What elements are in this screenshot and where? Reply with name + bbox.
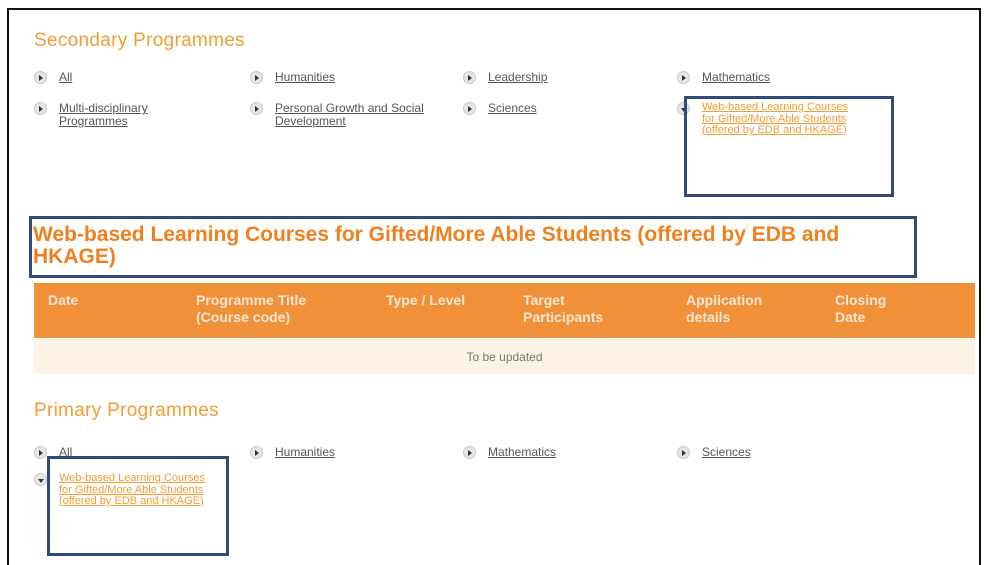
column-header-type-level: Type / Level	[386, 292, 466, 308]
arrow-right-icon	[34, 446, 47, 459]
primary-link-humanities[interactable]: Humanities	[250, 446, 335, 459]
table-row: To be updated	[34, 339, 975, 374]
primary-link-mathematics[interactable]: Mathematics	[463, 446, 556, 459]
arrow-right-icon	[250, 446, 263, 459]
secondary-link-all[interactable]: All	[34, 71, 72, 84]
link-label[interactable]: Humanities	[275, 446, 335, 459]
column-header-target-participants: Target Participants	[523, 292, 604, 325]
arrow-right-icon	[677, 446, 690, 459]
link-label[interactable]: Mathematics	[702, 71, 770, 84]
secondary-link-multi-disciplinary[interactable]: Multi-disciplinary Programmes	[34, 102, 179, 128]
arrow-right-icon	[463, 446, 476, 459]
primary-link-sciences[interactable]: Sciences	[677, 446, 751, 459]
link-label[interactable]: Sciences	[702, 446, 751, 459]
arrow-right-icon	[463, 71, 476, 84]
secondary-link-personal-growth[interactable]: Personal Growth and Social Development	[250, 102, 425, 128]
secondary-link-sciences[interactable]: Sciences	[463, 102, 537, 115]
section-title: Web-based Learning Courses for Gifted/Mo…	[33, 223, 840, 268]
secondary-link-leadership[interactable]: Leadership	[463, 71, 547, 84]
secondary-programmes-heading: Secondary Programmes	[34, 30, 245, 51]
column-header-closing-date: Closing Date	[835, 292, 887, 325]
secondary-link-mathematics[interactable]: Mathematics	[677, 71, 770, 84]
arrow-down-icon	[34, 473, 47, 486]
link-label[interactable]: All	[59, 71, 72, 84]
programme-table-header: Date Programme Title (Course code) Type …	[34, 283, 975, 338]
link-label[interactable]: Humanities	[275, 71, 335, 84]
secondary-link-humanities[interactable]: Humanities	[250, 71, 335, 84]
primary-programmes-heading: Primary Programmes	[34, 400, 219, 421]
arrow-right-icon	[34, 71, 47, 84]
link-label[interactable]: Sciences	[488, 102, 537, 115]
empty-message: To be updated	[466, 349, 543, 364]
link-label[interactable]: Mathematics	[488, 446, 556, 459]
arrow-right-icon	[463, 102, 476, 115]
column-header-application-details: Application details	[686, 292, 763, 325]
highlight-box	[684, 96, 894, 197]
arrow-right-icon	[250, 102, 263, 115]
link-label[interactable]: Multi-disciplinary Programmes	[59, 102, 179, 128]
arrow-right-icon	[34, 102, 47, 115]
highlight-box	[47, 456, 229, 556]
column-header-date: Date	[48, 292, 79, 308]
arrow-right-icon	[250, 71, 263, 84]
link-label[interactable]: Personal Growth and Social Development	[275, 102, 425, 128]
link-label[interactable]: Leadership	[488, 71, 547, 84]
column-header-programme-title: Programme Title (Course code)	[196, 292, 307, 325]
arrow-right-icon	[677, 71, 690, 84]
